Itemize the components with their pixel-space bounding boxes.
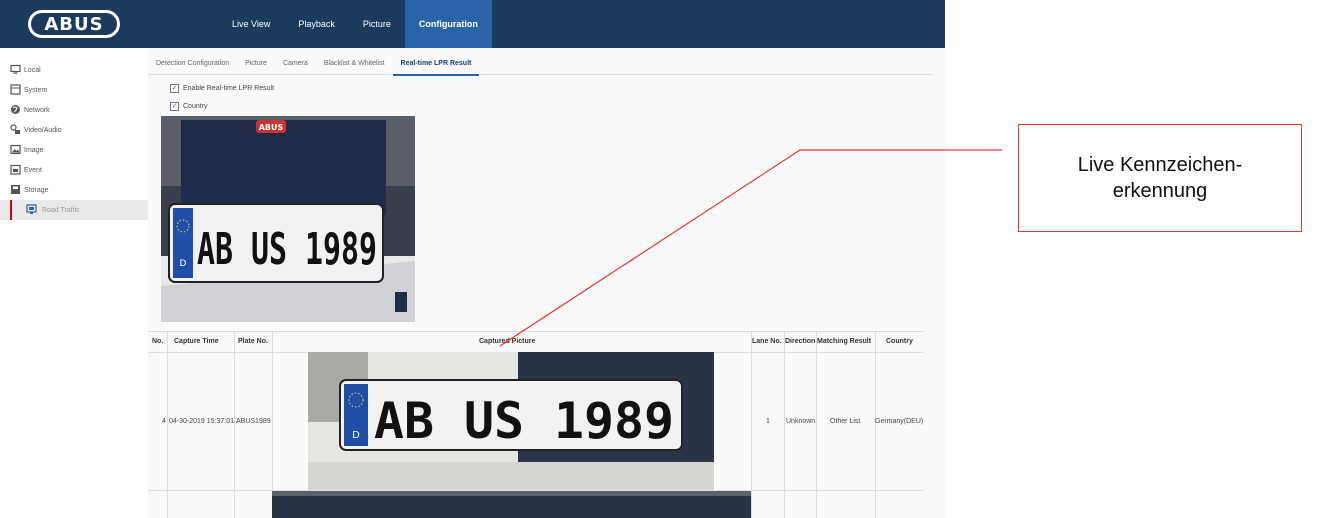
annotation-line-2: erkennung (1112, 180, 1208, 202)
annotation-pointer (499, 149, 1002, 347)
annotation-box: Live Kennzeichen- erkennung (1018, 124, 1302, 232)
annotation-line-1: Live Kennzeichen- (1077, 154, 1243, 176)
